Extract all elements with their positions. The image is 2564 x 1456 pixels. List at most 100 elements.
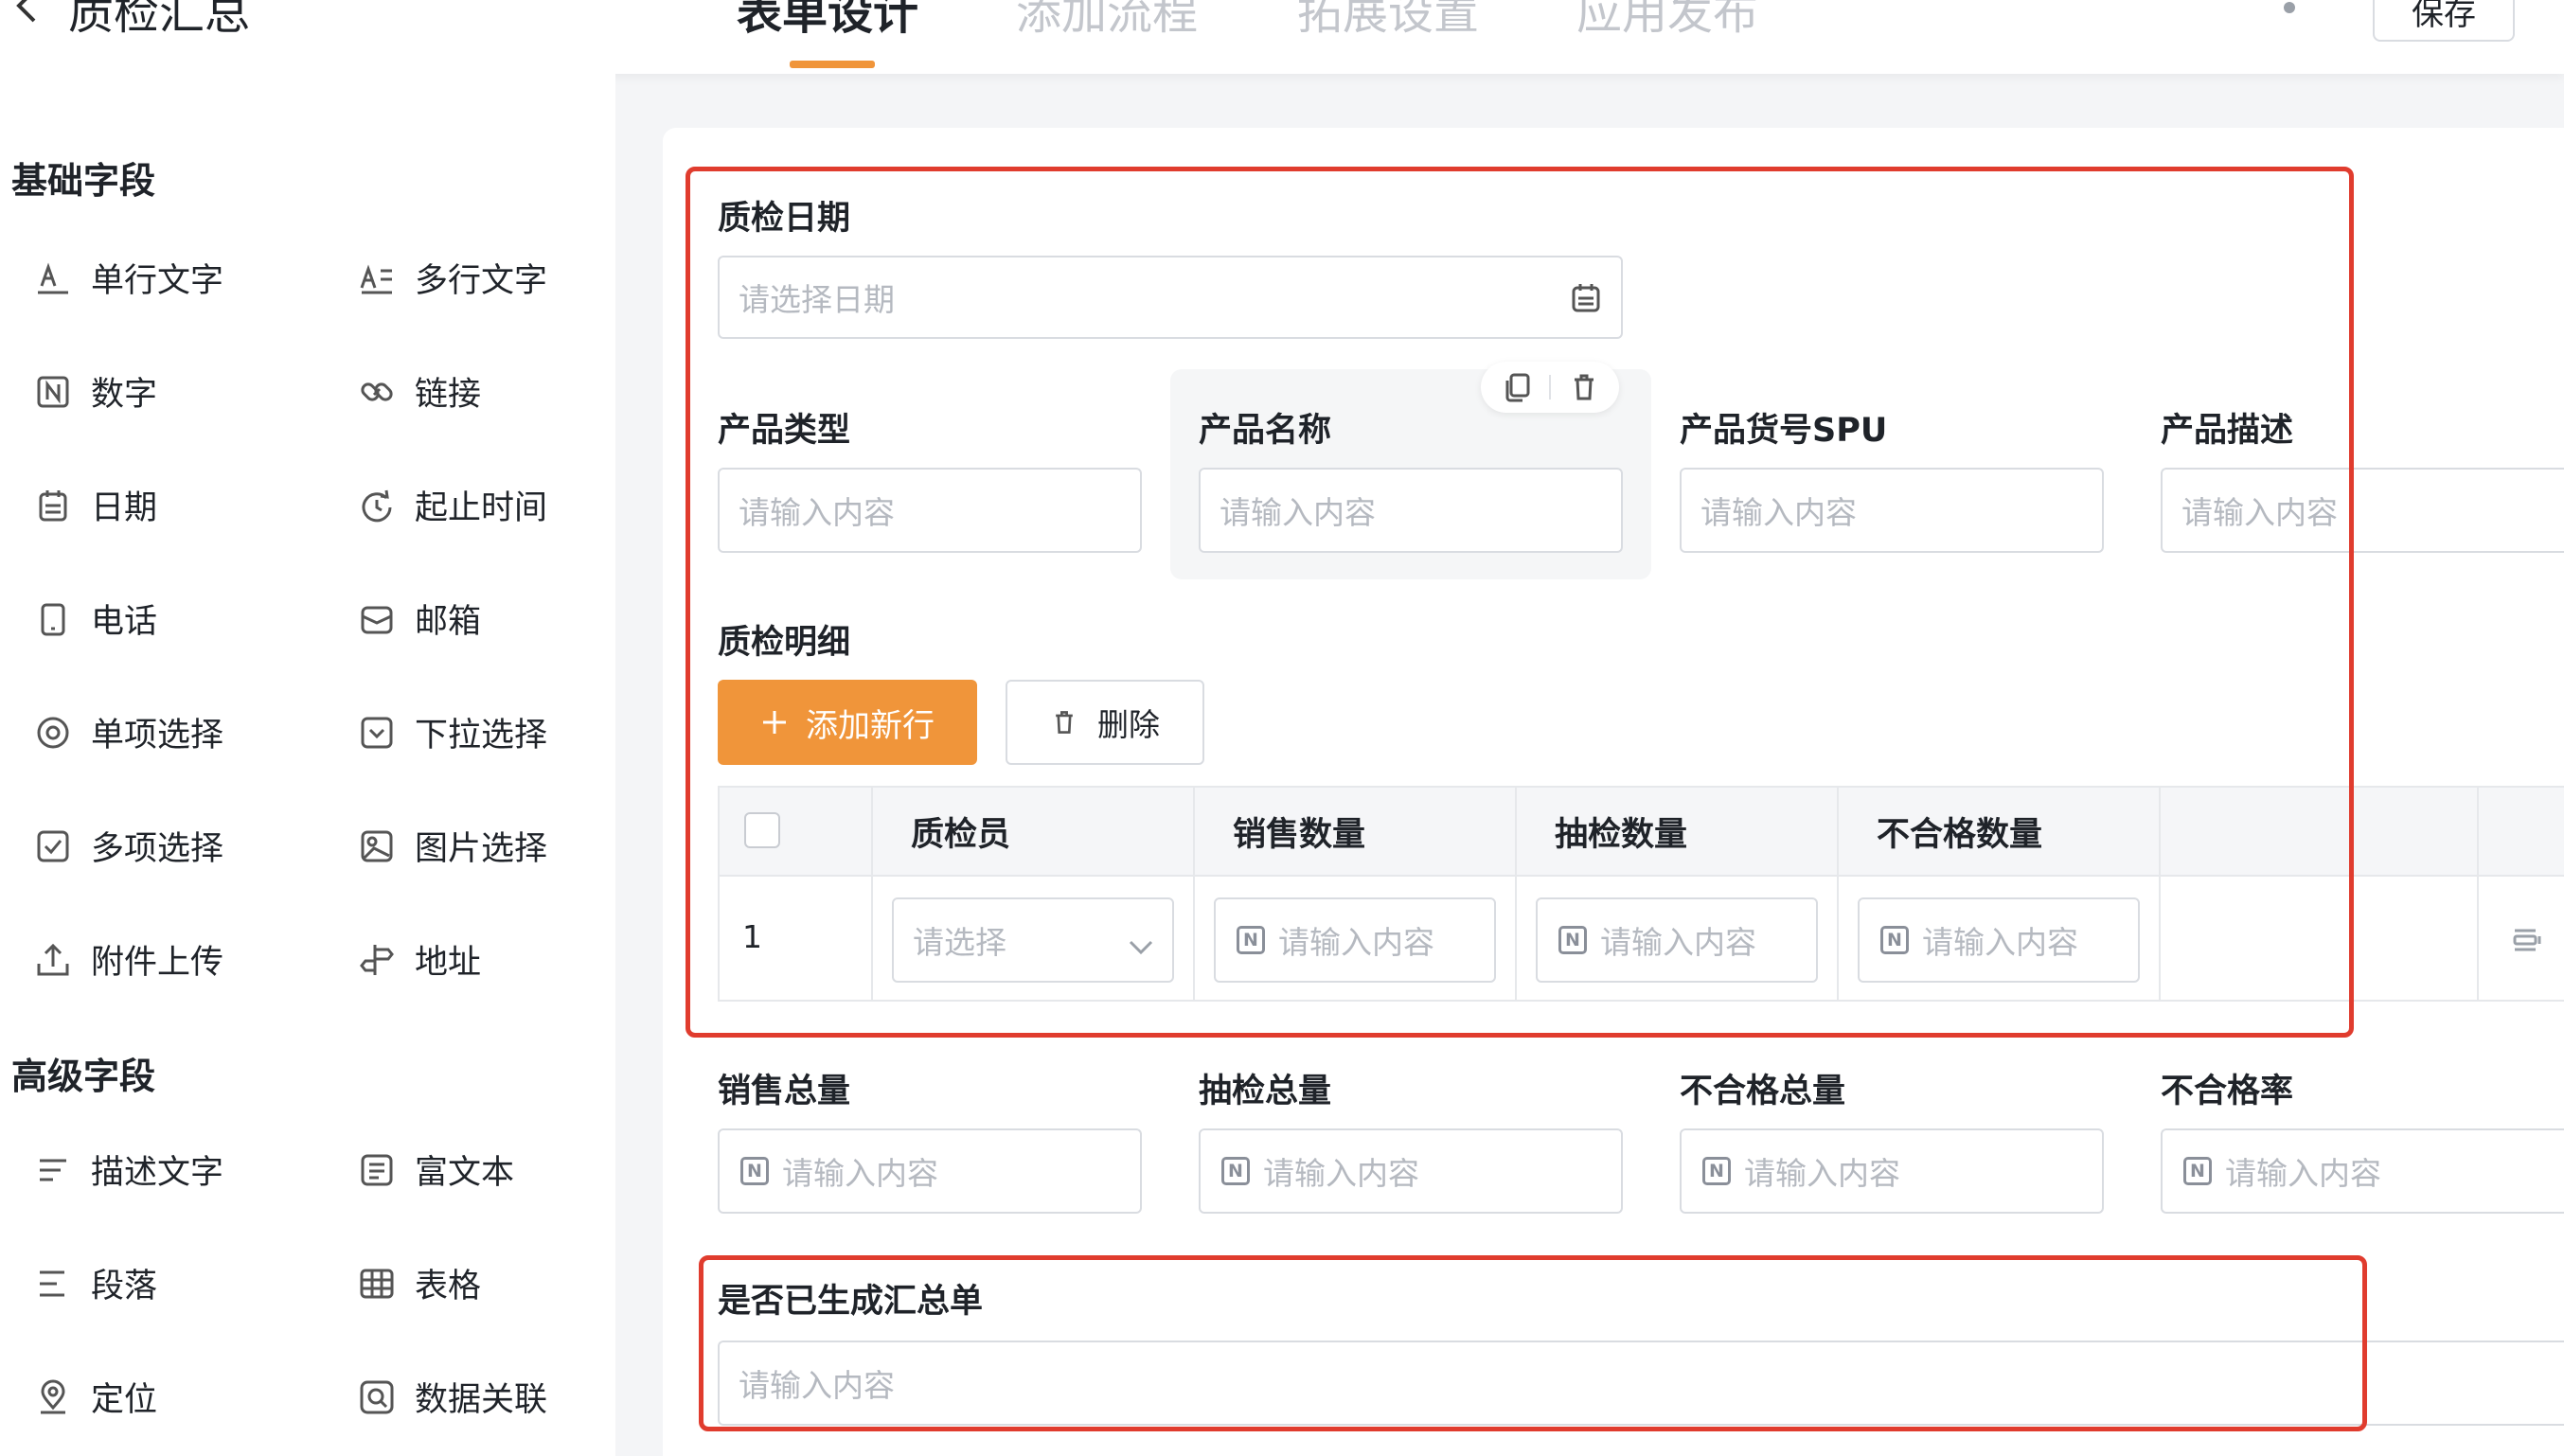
component-label: 地址 <box>415 944 482 982</box>
defect-rate-label: 不合格率 <box>2161 1073 2294 1110</box>
tab-form-design[interactable]: 表单设计 <box>737 0 918 42</box>
image-icon <box>358 827 396 865</box>
back-button[interactable] <box>9 0 47 34</box>
sample-total-input[interactable]: N 请输入内容 <box>1199 1128 1623 1214</box>
radio-icon <box>34 714 72 752</box>
product-name-input[interactable]: 请输入内容 <box>1199 468 1623 553</box>
component-mail[interactable]: 邮箱 <box>358 595 481 643</box>
component-address[interactable]: 地址 <box>358 935 481 984</box>
component-label: 日期 <box>91 489 158 527</box>
component-label: 数据关联 <box>415 1381 548 1419</box>
component-description[interactable]: 描述文字 <box>34 1145 223 1194</box>
component-data-link[interactable]: 数据关联 <box>358 1373 547 1421</box>
number-icon: N <box>2183 1157 2212 1185</box>
component-number[interactable]: 数字 <box>34 367 157 416</box>
delete-rows-button[interactable]: 删除 <box>1006 680 1204 765</box>
basic-fields-title: 基础字段 <box>11 160 156 202</box>
product-spu-label: 产品货号SPU <box>1680 412 1888 450</box>
component-paragraph[interactable]: 段落 <box>34 1259 157 1307</box>
col-divider <box>2477 786 2479 1002</box>
component-table[interactable]: 表格 <box>358 1259 481 1307</box>
column-header-defect-qty: 不合格数量 <box>1877 815 2043 854</box>
defect-total-label: 不合格总量 <box>1680 1073 1846 1110</box>
product-description-input[interactable]: 请输入内容 <box>2161 468 2564 553</box>
more-icon[interactable] <box>2282 0 2297 19</box>
trash-icon[interactable] <box>1568 371 1600 403</box>
number-icon: N <box>1702 1157 1731 1185</box>
input-placeholder: 请输入内容 <box>782 1155 938 1192</box>
upload-icon <box>34 941 72 979</box>
component-label: 数字 <box>91 376 158 414</box>
input-placeholder: 请输入内容 <box>1220 494 1376 531</box>
component-label: 定位 <box>91 1381 158 1419</box>
tab-add-process[interactable]: 添加流程 <box>1016 0 1198 42</box>
component-label: 单行文字 <box>91 262 224 300</box>
save-button[interactable]: 保存 <box>2373 0 2515 42</box>
calendar-icon <box>34 487 72 524</box>
component-location[interactable]: 定位 <box>34 1373 157 1421</box>
defect-rate-input[interactable]: N 请输入内容 <box>2161 1128 2564 1214</box>
tab-extend-settings[interactable]: 拓展设置 <box>1297 0 1479 42</box>
sales-total-label: 销售总量 <box>718 1073 851 1110</box>
product-type-label: 产品类型 <box>718 412 851 450</box>
component-multi-line-text[interactable]: 多行文字 <box>358 254 547 302</box>
copy-icon[interactable] <box>1502 371 1534 403</box>
component-radio[interactable]: 单项选择 <box>34 708 223 756</box>
add-row-label: 添加新行 <box>806 706 935 745</box>
paragraph-icon <box>34 1265 72 1303</box>
sample-qty-input[interactable]: N 请输入内容 <box>1536 897 1818 983</box>
product-spu-input[interactable]: 请输入内容 <box>1680 468 2104 553</box>
quality-date-input[interactable]: 请选择日期 <box>718 256 1623 339</box>
component-single-line-text[interactable]: 单行文字 <box>34 254 223 302</box>
table-icon <box>358 1265 396 1303</box>
checkbox-icon <box>34 827 72 865</box>
col-divider <box>1193 786 1195 1002</box>
generated-summary-label: 是否已生成汇总单 <box>718 1283 984 1321</box>
quality-date-placeholder: 请选择日期 <box>739 281 895 318</box>
component-label: 多行文字 <box>415 262 548 300</box>
add-row-button[interactable]: 添加新行 <box>718 680 977 765</box>
col-divider <box>1515 786 1517 1002</box>
trash-icon <box>1050 708 1078 737</box>
select-all-checkbox[interactable] <box>744 812 780 848</box>
defect-total-input[interactable]: N 请输入内容 <box>1680 1128 2104 1214</box>
component-phone[interactable]: 电话 <box>34 595 157 643</box>
inspector-select[interactable]: 请选择 <box>892 897 1174 983</box>
defect-qty-input[interactable]: N 请输入内容 <box>1858 897 2140 983</box>
component-label: 段落 <box>91 1268 158 1305</box>
component-time-range[interactable]: 起止时间 <box>358 481 547 529</box>
component-checkbox[interactable]: 多项选择 <box>34 822 223 870</box>
field-action-toolbar <box>1481 362 1619 413</box>
toolbar-divider <box>1549 375 1551 400</box>
input-placeholder: 请输入内容 <box>1600 924 1756 961</box>
calendar-icon <box>1570 282 1602 314</box>
product-type-input[interactable]: 请输入内容 <box>718 468 1142 553</box>
component-link[interactable]: 链接 <box>358 367 481 416</box>
generated-summary-input[interactable]: 请输入内容 <box>718 1341 2564 1426</box>
table-row-index: 1 <box>742 918 762 955</box>
component-label: 起止时间 <box>415 489 548 527</box>
component-label: 单项选择 <box>91 717 224 755</box>
column-header-sample-qty: 抽检数量 <box>1555 815 1688 854</box>
component-label: 多项选择 <box>91 830 224 868</box>
input-placeholder: 请输入内容 <box>1263 1155 1419 1192</box>
sales-qty-input[interactable]: N 请输入内容 <box>1214 897 1496 983</box>
sales-total-input[interactable]: N 请输入内容 <box>718 1128 1142 1214</box>
row-actions-icon[interactable] <box>2511 923 2545 957</box>
component-dropdown[interactable]: 下拉选择 <box>358 708 547 756</box>
advanced-fields-title: 高级字段 <box>11 1056 156 1097</box>
component-upload[interactable]: 附件上传 <box>34 935 223 984</box>
number-icon: N <box>1558 926 1587 954</box>
component-date[interactable]: 日期 <box>34 481 157 529</box>
component-rich-text[interactable]: 富文本 <box>358 1145 514 1194</box>
data-link-icon <box>358 1378 396 1416</box>
delete-label: 删除 <box>1097 706 1160 743</box>
chevron-down-icon <box>1127 930 1155 955</box>
tab-app-publish[interactable]: 应用发布 <box>1576 0 1758 42</box>
product-description-label: 产品描述 <box>2161 412 2294 450</box>
col-divider <box>1837 786 1839 1002</box>
component-label: 表格 <box>415 1268 482 1305</box>
component-image-select[interactable]: 图片选择 <box>358 822 547 870</box>
input-placeholder: 请输入内容 <box>1744 1155 1900 1192</box>
phone-icon <box>34 600 72 638</box>
